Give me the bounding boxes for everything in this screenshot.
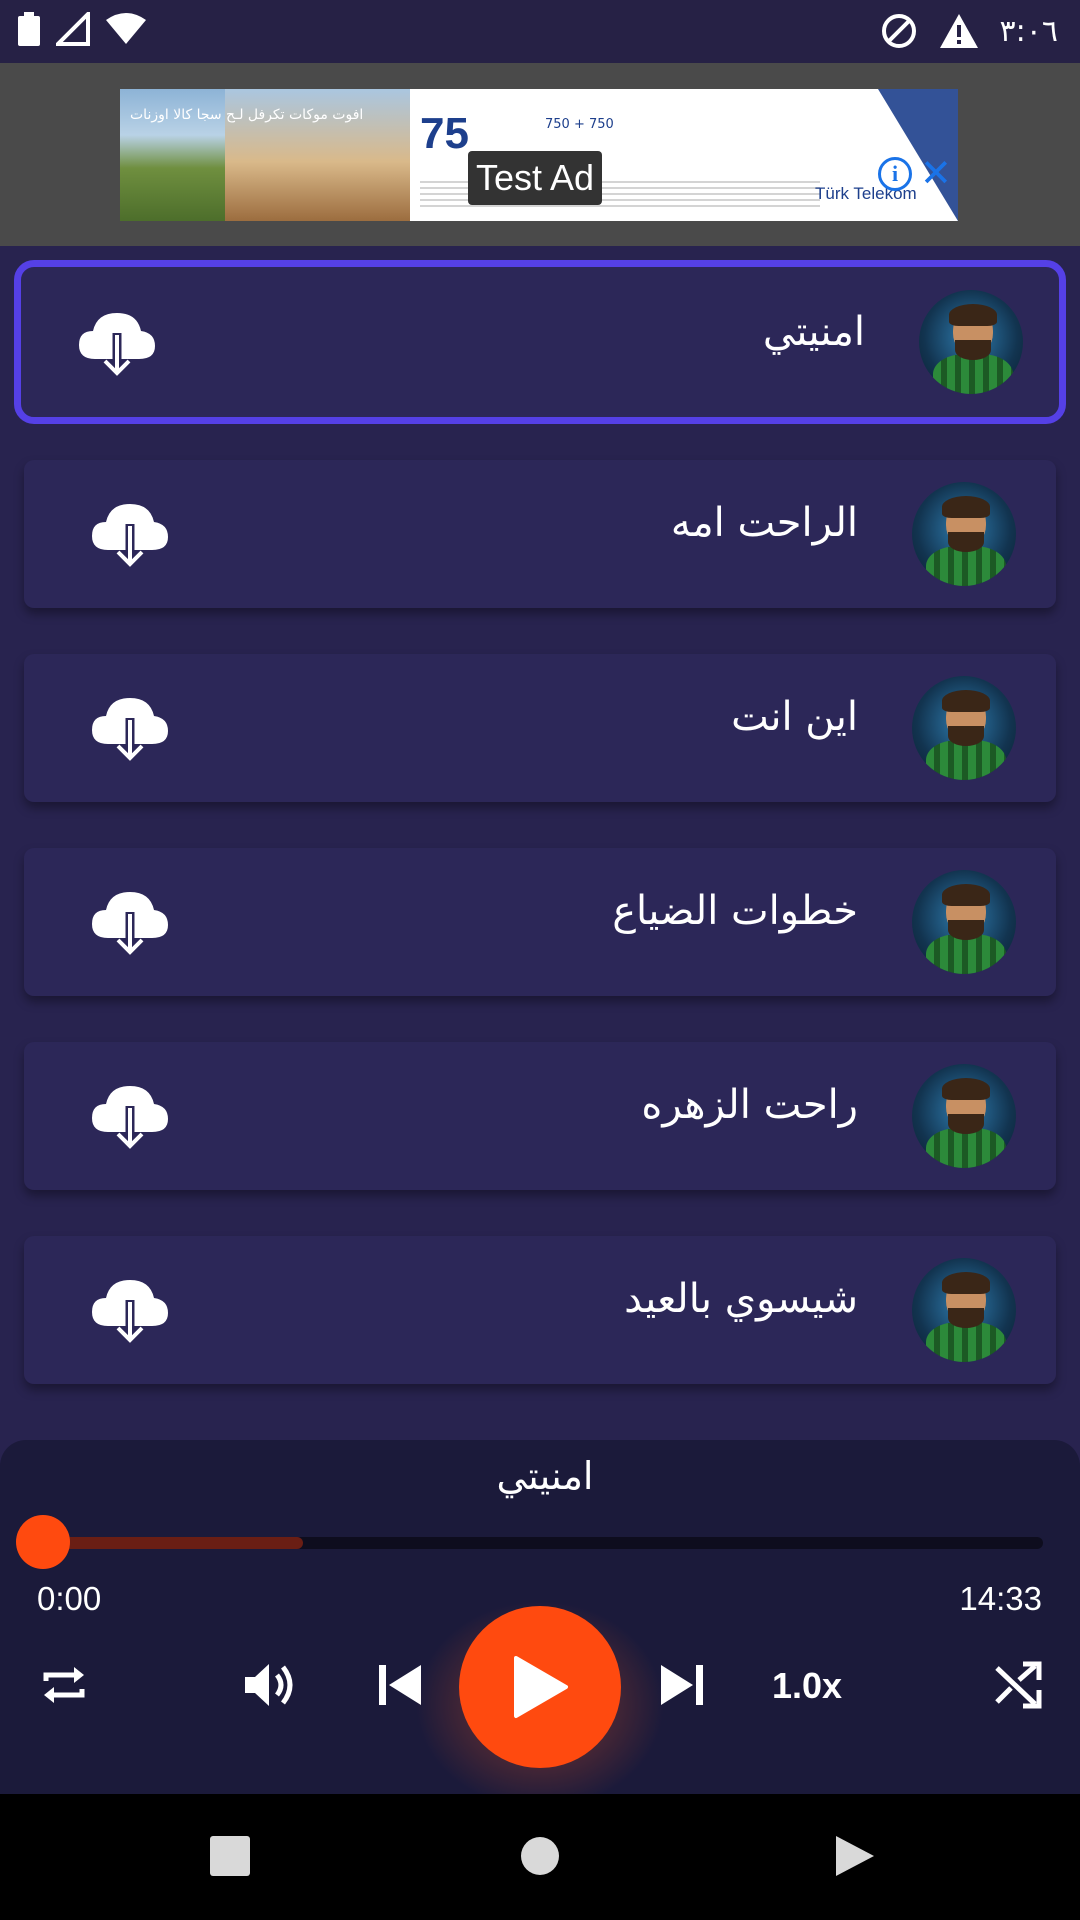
- ad-container: افوت موكات تكرفل لـح سجا كالا اوزنات 75 …: [0, 63, 1080, 246]
- track-item[interactable]: خطوات الضياع: [24, 848, 1056, 996]
- home-icon[interactable]: [520, 1836, 560, 1876]
- signal-icon: [56, 12, 90, 46]
- cloud-download-icon: [79, 313, 155, 376]
- download-button[interactable]: [90, 1274, 170, 1346]
- play-icon: [514, 1656, 568, 1718]
- track-title: شيسوي بالعيد: [624, 1276, 858, 1322]
- cloud-download-icon: [92, 892, 168, 955]
- track-item[interactable]: شيسوي بالعيد: [24, 1236, 1056, 1384]
- repeat-button[interactable]: [34, 1655, 94, 1715]
- back-icon[interactable]: [834, 1834, 876, 1878]
- duration: 14:33: [959, 1580, 1042, 1617]
- status-icons-left: [18, 12, 146, 46]
- shuffle-icon: [995, 1661, 1042, 1709]
- recents-icon[interactable]: [210, 1836, 250, 1876]
- cloud-download-icon: [92, 1280, 168, 1343]
- track-item[interactable]: اين انت: [24, 654, 1056, 802]
- track-item[interactable]: امنيتي: [14, 260, 1066, 424]
- status-bar: ٣:٠٦: [0, 0, 1080, 63]
- download-button[interactable]: [90, 1080, 170, 1152]
- shuffle-button[interactable]: [988, 1655, 1048, 1715]
- track-title: راحت الزهره: [641, 1082, 858, 1128]
- speed-button[interactable]: 1.0x: [772, 1665, 842, 1707]
- track-item[interactable]: الراحت امه: [24, 460, 1056, 608]
- download-button[interactable]: [77, 307, 157, 379]
- status-icons-right: ٣:٠٦: [880, 12, 1058, 50]
- ad-offer-text: 750 + 750: [545, 117, 614, 132]
- current-time: 0:00: [37, 1580, 102, 1617]
- seek-bar-buffered: [43, 1537, 303, 1549]
- download-button[interactable]: [90, 692, 170, 764]
- cloud-download-icon: [92, 504, 168, 567]
- track-title: الراحت امه: [670, 500, 858, 546]
- artist-avatar: [912, 870, 1016, 974]
- artist-avatar: [912, 482, 1016, 586]
- artist-avatar: [919, 290, 1023, 394]
- clock: ٣:٠٦: [999, 13, 1058, 49]
- next-button[interactable]: [652, 1655, 712, 1715]
- test-ad-label: Test Ad: [468, 151, 603, 205]
- wifi-icon: [106, 13, 146, 44]
- download-button[interactable]: [90, 886, 170, 958]
- track-title: امنيتي: [762, 309, 865, 355]
- player-panel: امنيتي 0:00 14:33 1.0x: [0, 1440, 1080, 1810]
- artist-avatar: [912, 1258, 1016, 1362]
- skip-next-icon: [661, 1665, 703, 1705]
- seek-thumb[interactable]: [16, 1515, 70, 1569]
- seek-bar[interactable]: [43, 1537, 1043, 1549]
- volume-icon: [245, 1664, 293, 1706]
- track-item[interactable]: راحت الزهره: [24, 1042, 1056, 1190]
- ad-banner-text: افوت موكات تكرفل لـح سجا كالا اوزنات: [130, 107, 364, 123]
- cloud-download-icon: [92, 1086, 168, 1149]
- ad-headline-number: 75: [420, 109, 469, 158]
- system-nav-bar: [0, 1794, 1080, 1920]
- play-button[interactable]: [459, 1606, 621, 1768]
- sync-icon: [881, 14, 916, 48]
- track-title: اين انت: [731, 694, 858, 740]
- volume-button[interactable]: [240, 1655, 300, 1715]
- track-title: خطوات الضياع: [612, 888, 858, 934]
- repeat-icon: [43, 1667, 85, 1703]
- now-playing-title: امنيتي: [496, 1454, 594, 1498]
- artist-avatar: [912, 676, 1016, 780]
- ad-close-icon[interactable]: ✕: [920, 153, 952, 193]
- ad-info-icon[interactable]: i: [878, 157, 912, 191]
- download-button[interactable]: [90, 498, 170, 570]
- battery-icon: [18, 12, 40, 46]
- cloud-download-icon: [92, 698, 168, 761]
- warning-icon: [939, 14, 978, 48]
- artist-avatar: [912, 1064, 1016, 1168]
